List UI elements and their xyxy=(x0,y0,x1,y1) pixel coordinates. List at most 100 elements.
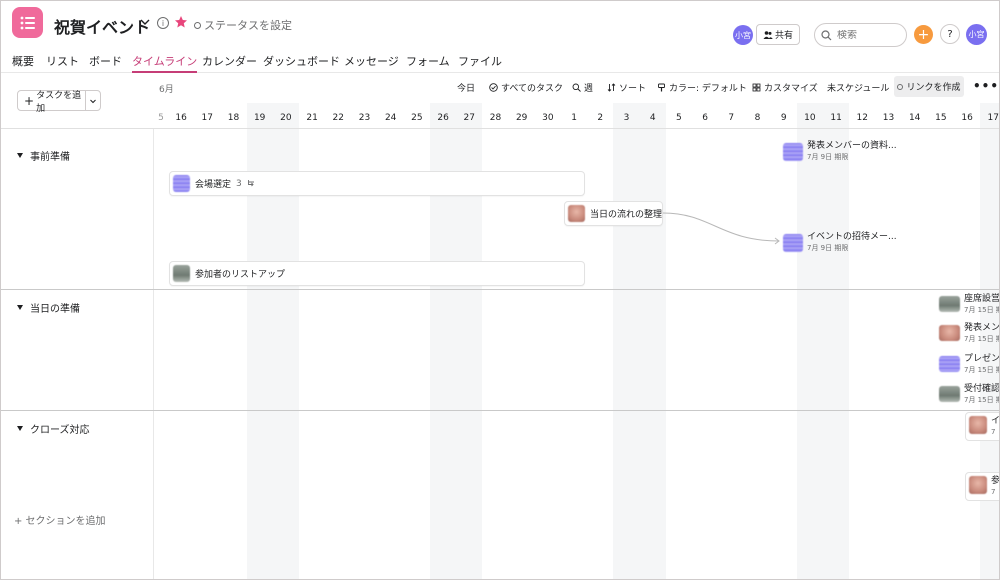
tab-board[interactable]: ボード xyxy=(89,53,122,73)
zoom-week-button[interactable]: 週 xyxy=(572,81,593,94)
task-item[interactable]: イベントの招待メー... 7月 9日 期限 xyxy=(783,232,897,253)
day-label: 14 xyxy=(908,113,921,123)
day-label: 23 xyxy=(358,113,371,123)
section-header[interactable]: 事前準備 xyxy=(17,148,70,163)
tab-list[interactable]: リスト xyxy=(46,53,79,73)
member-avatar[interactable]: 小宮 xyxy=(733,25,753,45)
task-item[interactable]: プレゼン設 7月 15日 期限 xyxy=(939,354,1000,375)
create-link-button[interactable]: リンクを作成 xyxy=(894,76,964,97)
task-text: 座席設営 7月 15日 期限 xyxy=(964,294,999,315)
day-label: 6 xyxy=(702,113,708,123)
zoom-icon xyxy=(572,83,581,92)
list-icon xyxy=(20,16,35,29)
section-header[interactable]: クローズ対応 xyxy=(17,421,90,436)
quick-add-button[interactable]: + xyxy=(914,25,933,44)
paint-icon xyxy=(658,83,665,92)
project-title[interactable]: 祝賀イベント xyxy=(54,14,150,38)
all-tasks-label: すべてのタスク xyxy=(501,84,564,94)
tab-dashboard[interactable]: ダッシュボード xyxy=(263,53,340,73)
caret-down-icon[interactable] xyxy=(17,426,23,431)
section-divider xyxy=(1,410,999,411)
customize-button[interactable]: カスタマイズ xyxy=(752,81,818,94)
weekend-column xyxy=(796,103,823,579)
tab-overview[interactable]: 概要 xyxy=(12,53,34,73)
task-item[interactable]: 座席設営 7月 15日 期限 xyxy=(939,294,999,315)
more-options-button[interactable]: ••• xyxy=(973,79,999,93)
day-label: 29 xyxy=(515,113,528,123)
task-bar[interactable]: 参加者のリストアップ xyxy=(169,261,585,286)
share-button[interactable]: 共有 xyxy=(756,24,801,45)
add-task-dropdown[interactable] xyxy=(86,97,100,105)
caret-down-icon[interactable] xyxy=(17,305,23,310)
task-name: イ xyxy=(991,416,1000,426)
section-header[interactable]: 当日の準備 xyxy=(17,300,80,315)
task-name: 当日の流れの整理 xyxy=(590,210,663,220)
help-button[interactable]: ? xyxy=(940,24,960,44)
tab-files[interactable]: ファイル xyxy=(458,53,502,73)
set-status-button[interactable]: ステータスを設定 xyxy=(194,17,292,33)
assignee-avatar xyxy=(939,325,960,341)
task-text: イ 7 xyxy=(991,416,1000,437)
assignee-avatar xyxy=(783,143,803,161)
star-icon[interactable] xyxy=(174,15,188,29)
search-input[interactable] xyxy=(837,29,897,41)
task-item[interactable]: イ 7 xyxy=(965,412,1000,441)
caret-down-icon[interactable] xyxy=(17,153,23,158)
day-label: 5 xyxy=(158,113,164,123)
task-item[interactable]: 発表メンバーの資料... 7月 9日 期限 xyxy=(783,141,897,162)
task-item[interactable]: 発表メンバ 7月 15日 期限 xyxy=(939,323,999,344)
assignee-avatar xyxy=(568,205,585,222)
tab-timeline[interactable]: タイムライン xyxy=(132,53,198,73)
day-label: 22 xyxy=(332,113,344,123)
day-label: 5 xyxy=(676,113,682,123)
section-column-divider xyxy=(153,129,154,579)
project-icon[interactable] xyxy=(12,7,43,38)
task-name: 発表メンバーの資料... xyxy=(807,141,897,151)
day-label: 3 xyxy=(623,113,630,123)
people-icon xyxy=(763,30,773,39)
task-item[interactable]: 参 7 xyxy=(965,472,999,501)
sort-icon xyxy=(607,83,616,92)
user-avatar[interactable]: 小宮 xyxy=(966,24,987,45)
tab-messages[interactable]: メッセージ xyxy=(344,53,399,73)
day-label: 21 xyxy=(306,113,318,123)
section-name: 事前準備 xyxy=(30,152,70,163)
assignee-avatar xyxy=(173,265,190,282)
assignee-avatar xyxy=(969,416,987,434)
task-name: 会場選定 xyxy=(195,180,232,190)
day-label: 28 xyxy=(489,113,502,123)
sort-button[interactable]: ソート xyxy=(607,81,646,94)
day-label: 10 xyxy=(804,113,816,123)
task-name: プレゼン設 xyxy=(964,354,1000,364)
task-bar[interactable]: 当日の流れの整理 xyxy=(564,201,663,226)
add-task-button[interactable]: + タスクを追加 xyxy=(17,90,101,114)
customize-label: カスタマイズ xyxy=(764,84,818,94)
section-divider xyxy=(1,289,999,290)
all-tasks-filter[interactable]: すべてのタスク xyxy=(489,81,563,94)
day-label: 9 xyxy=(780,113,787,123)
search-box[interactable] xyxy=(814,23,907,47)
subtask-icon xyxy=(247,180,254,187)
day-label: 20 xyxy=(280,113,292,123)
add-section-button[interactable]: + セクションを追加 xyxy=(14,512,106,527)
task-text: 発表メンバーの資料... 7月 9日 期限 xyxy=(807,141,897,162)
task-due-date: 7 xyxy=(991,428,996,436)
weekend-column xyxy=(823,103,850,579)
day-label: 17 xyxy=(201,113,213,123)
chevron-down-icon[interactable] xyxy=(138,15,152,29)
tab-calendar[interactable]: カレンダー xyxy=(202,53,257,73)
info-icon[interactable]: i xyxy=(157,17,169,29)
today-button[interactable]: 今日 xyxy=(457,81,475,94)
tab-forms[interactable]: フォーム xyxy=(406,53,450,73)
day-label: 16 xyxy=(175,113,187,123)
color-button[interactable]: カラー: デフォルト xyxy=(657,81,747,94)
task-bar[interactable]: 会場選定 3 xyxy=(169,171,585,196)
sort-label: ソート xyxy=(619,84,647,94)
task-due-date: 7月 15日 期限 xyxy=(964,366,999,374)
day-label: 11 xyxy=(830,113,842,123)
link-icon xyxy=(897,83,904,90)
add-task-main[interactable]: + タスクを追加 xyxy=(18,91,87,114)
day-label: 2 xyxy=(597,113,604,123)
task-item[interactable]: 受付確認 7月 15日 期限 xyxy=(939,384,999,405)
unscheduled-button[interactable]: 未スケジュール xyxy=(827,81,889,94)
